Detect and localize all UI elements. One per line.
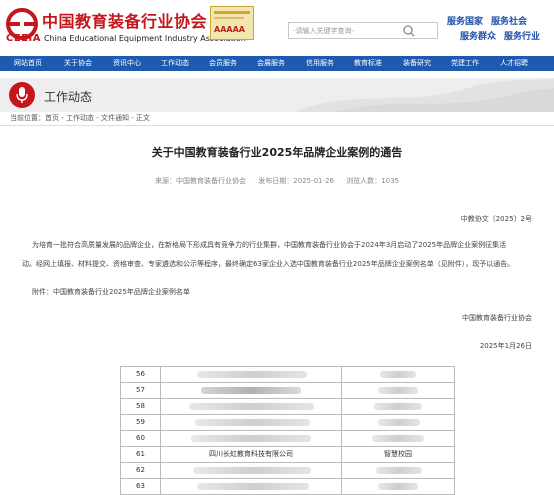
case-cell [342,383,455,398]
case-cell [342,479,455,494]
breadcrumb[interactable]: 当前位置：首页 - 工作动态 - 文件通知 - 正文 [10,113,150,123]
microphone-badge [9,82,35,108]
aaaaa-badge: AAAAA [210,6,254,40]
sign-date: 2025年1月26日 [479,342,532,350]
table-row: 57 [121,383,455,399]
nav-news[interactable]: 资讯中心 [113,56,141,71]
company-cell [161,399,342,414]
table-row: 62 [121,463,455,479]
table-row: 56 [121,367,455,383]
main-nav: 网站首页 关于协会 资讯中心 工作动态 会员服务 会展服务 信用服务 教育标准 … [0,56,554,71]
banner-decoration [294,78,554,112]
slogan-3: 服务群众 [460,32,497,42]
nav-home[interactable]: 网站首页 [14,56,42,71]
divider [0,125,554,126]
row-number: 58 [121,399,161,414]
table-row: 61 四川长虹教育科技有限公司 智慧校园 [121,447,455,463]
row-number: 59 [121,415,161,430]
table-row: 60 [121,431,455,447]
company-cell [161,367,342,382]
case-cell [342,431,455,446]
case-cell [342,415,455,430]
microphone-icon [16,87,28,103]
nav-work-updates[interactable]: 工作动态 [161,56,189,71]
company-cell [161,463,342,478]
nav-party[interactable]: 党建工作 [451,56,479,71]
body-paragraph-line-1: 为培育一批符合高质量发展的品牌企业，在新格局下形成具有竞争力的行业集群，中国教育… [32,241,507,249]
nav-careers[interactable]: 人才招聘 [500,56,528,71]
table-row: 63 [121,479,455,495]
table-row: 58 [121,399,455,415]
article-date: 发布日期：2025-01-26 [258,177,334,185]
nav-research[interactable]: 装备研究 [403,56,431,71]
nav-about[interactable]: 关于协会 [64,56,92,71]
search-icon[interactable] [398,22,420,39]
site-header: 中国教育装备行业协会 CEEIA China Educational Equipm… [0,0,554,50]
row-number: 57 [121,383,161,398]
nav-exhibition[interactable]: 会展服务 [257,56,285,71]
nav-credit[interactable]: 信用服务 [306,56,334,71]
slogan-4: 服务行业 [504,32,541,42]
table-row: 59 [121,415,455,431]
row-number: 62 [121,463,161,478]
company-cell [161,415,342,430]
banner-title: 工作动态 [44,90,93,104]
row-number: 61 [121,447,161,462]
article-source: 来源：中国教育装备行业协会 [155,177,246,185]
row-number: 60 [121,431,161,446]
logo-abbreviation: CEEIA [6,33,41,44]
company-cell [161,479,342,494]
row-number: 63 [121,479,161,494]
slogan-2: 服务社会 [491,17,528,27]
site-logo-title[interactable]: 中国教育装备行业协会 [42,8,207,32]
article-meta: 来源：中国教育装备行业协会 发布日期：2025-01-26 浏览人数：1035 [0,176,554,186]
brand-case-table: 56 57 58 59 60 61 四川长虹教育科技有限公司 智慧校园 62 6… [120,366,455,495]
slogan-1: 服务国家 [447,17,484,27]
nav-standards[interactable]: 教育标准 [354,56,382,71]
case-cell [342,399,455,414]
case-cell [342,367,455,382]
case-cell: 智慧校园 [342,447,455,462]
document-number: 中教协文〔2025〕2号 [460,215,532,223]
article-title: 关于中国教育装备行业2025年品牌企业案例的通告 [151,146,403,159]
body-paragraph-line-2: 动。经网上填报、材料提交、资格审查、专家遴选和公示等程序，最终确定63家企业入选… [22,260,515,268]
row-number: 56 [121,367,161,382]
badge-text: AAAAA [214,25,245,34]
section-banner: 工作动态 [0,78,554,112]
article-views: 浏览人数：1035 [346,177,399,185]
signature: 中国教育装备行业协会 [462,314,532,322]
nav-member-services[interactable]: 会员服务 [209,56,237,71]
company-cell [161,431,342,446]
attachment-note: 附件：中国教育装备行业2025年品牌企业案例名单 [32,288,190,296]
company-cell [161,383,342,398]
case-cell [342,463,455,478]
company-cell: 四川长虹教育科技有限公司 [161,447,342,462]
